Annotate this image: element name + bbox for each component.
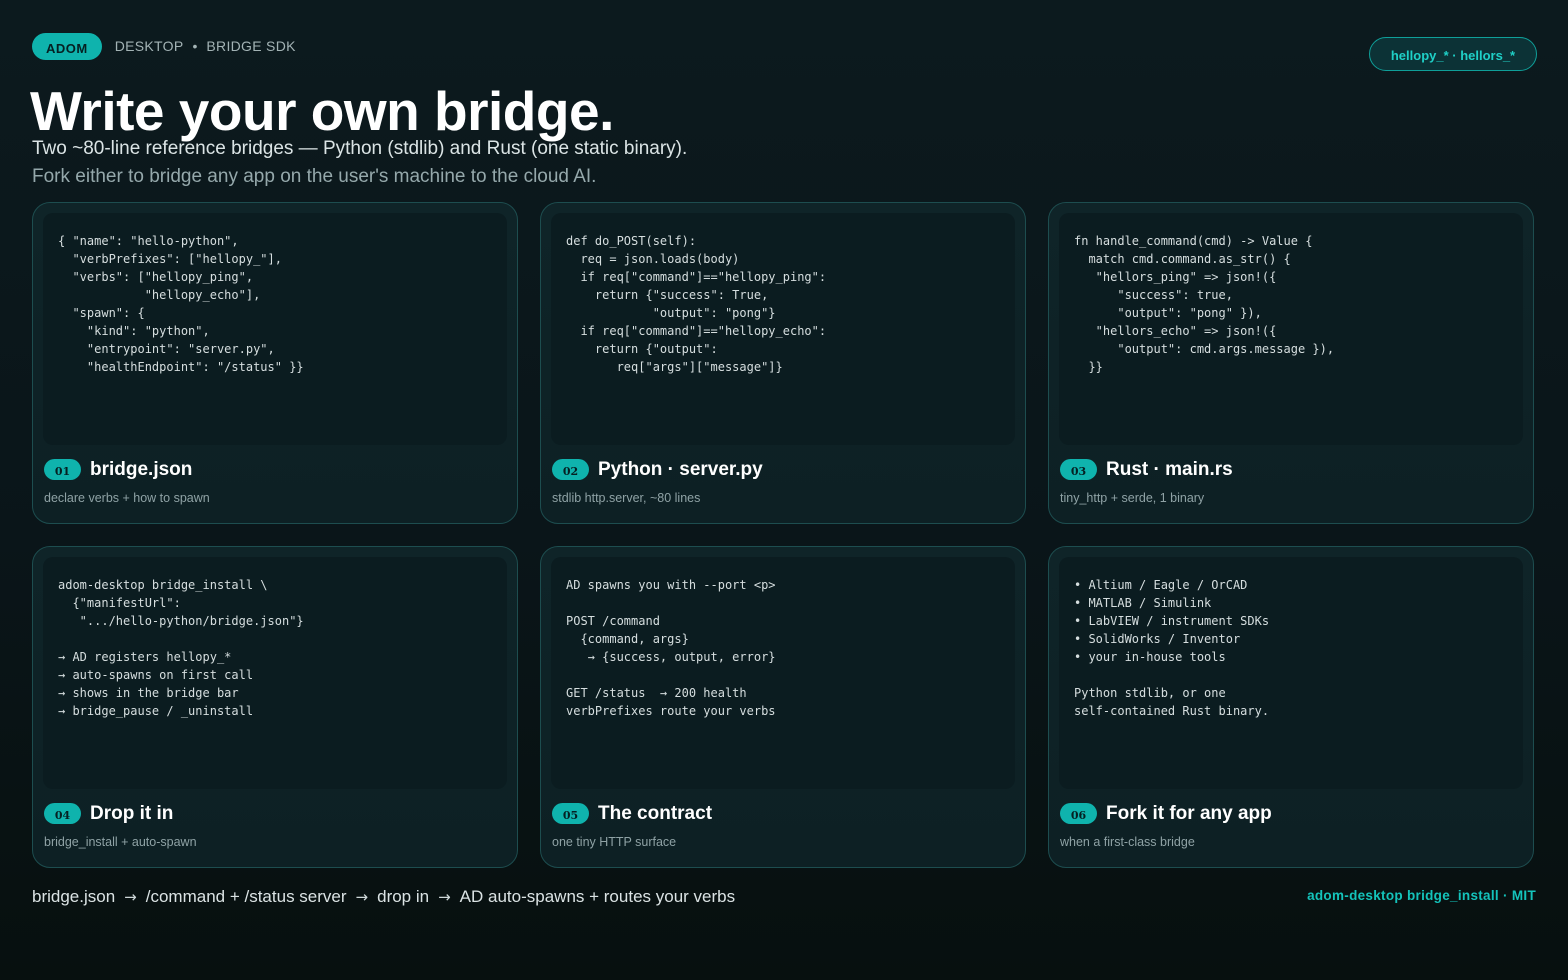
breadcrumb-desktop: DESKTOP <box>114 38 184 54</box>
step-number-badge: 05 <box>552 803 589 824</box>
arrow-right-icon: → <box>438 888 451 906</box>
code-panel: { "name": "hello-python", "verbPrefixes"… <box>43 213 507 445</box>
step-number-badge: 01 <box>44 459 81 480</box>
step-number-badge: 02 <box>552 459 589 480</box>
flow-step-bridge-json: bridge.json <box>32 887 116 906</box>
card-fork-it: • Altium / Eagle / OrCAD • MATLAB / Simu… <box>1048 546 1534 868</box>
card-caption: bridge_install + auto-spawn <box>44 835 197 849</box>
flow-step-drop-in: drop in <box>377 887 430 906</box>
code-snippet: • Altium / Eagle / OrCAD • MATLAB / Simu… <box>1074 578 1270 718</box>
code-snippet: fn handle_command(cmd) -> Value { match … <box>1074 234 1335 374</box>
code-snippet: def do_POST(self): req = json.loads(body… <box>566 234 827 374</box>
card-the-contract: AD spawns you with --port <p> POST /comm… <box>540 546 1026 868</box>
arrow-right-icon: → <box>124 888 137 906</box>
card-bridge-json: { "name": "hello-python", "verbPrefixes"… <box>32 202 518 524</box>
subtitle-line-2: Fork either to bridge any app on the use… <box>32 166 597 187</box>
page-title: Write your own bridge. <box>30 80 614 142</box>
flow-step-server: /command + /status server <box>145 887 347 906</box>
card-python-server: def do_POST(self): req = json.loads(body… <box>540 202 1026 524</box>
header-bar: ADOM DESKTOP • BRIDGE SDK <box>32 32 296 60</box>
code-panel: def do_POST(self): req = json.loads(body… <box>551 213 1015 445</box>
code-snippet: AD spawns you with --port <p> POST /comm… <box>566 578 776 718</box>
breadcrumb-bridge-sdk: BRIDGE SDK <box>206 38 296 54</box>
card-rust-main: fn handle_command(cmd) -> Value { match … <box>1048 202 1534 524</box>
code-panel: fn handle_command(cmd) -> Value { match … <box>1059 213 1523 445</box>
verb-prefixes-badge: hellopy_* · hellors_* <box>1369 37 1537 71</box>
card-caption: declare verbs + how to spawn <box>44 491 210 505</box>
card-title: Python · server.py <box>598 459 763 480</box>
card-drop-it-in: adom-desktop bridge_install \ {"manifest… <box>32 546 518 868</box>
breadcrumb-separator: • <box>192 38 198 54</box>
code-snippet: adom-desktop bridge_install \ {"manifest… <box>58 578 304 718</box>
card-caption: when a first-class bridge <box>1060 835 1195 849</box>
brand-badge: ADOM <box>32 32 102 60</box>
card-title: Rust · main.rs <box>1106 459 1233 480</box>
code-snippet: { "name": "hello-python", "verbPrefixes"… <box>58 234 304 374</box>
card-title: Drop it in <box>90 803 174 824</box>
card-title: The contract <box>598 803 713 824</box>
footer-install-command: adom-desktop bridge_install · MIT <box>1307 888 1536 903</box>
card-caption: stdlib http.server, ~80 lines <box>552 491 701 505</box>
code-panel: adom-desktop bridge_install \ {"manifest… <box>43 557 507 789</box>
flow-step-auto-spawn: AD auto-spawns + routes your verbs <box>459 887 736 906</box>
step-number-badge: 06 <box>1060 803 1097 824</box>
footer-flow: bridge.json → /command + /status server … <box>32 886 735 908</box>
card-caption: tiny_http + serde, 1 binary <box>1060 491 1205 505</box>
code-panel: AD spawns you with --port <p> POST /comm… <box>551 557 1015 789</box>
code-panel: • Altium / Eagle / OrCAD • MATLAB / Simu… <box>1059 557 1523 789</box>
arrow-right-icon: → <box>355 888 369 906</box>
card-title: bridge.json <box>90 459 193 480</box>
card-caption: one tiny HTTP surface <box>552 835 677 849</box>
card-title: Fork it for any app <box>1106 803 1272 824</box>
step-number-badge: 04 <box>44 803 81 824</box>
step-number-badge: 03 <box>1060 459 1097 480</box>
subtitle-line-1: Two ~80-line reference bridges — Python … <box>32 138 688 159</box>
